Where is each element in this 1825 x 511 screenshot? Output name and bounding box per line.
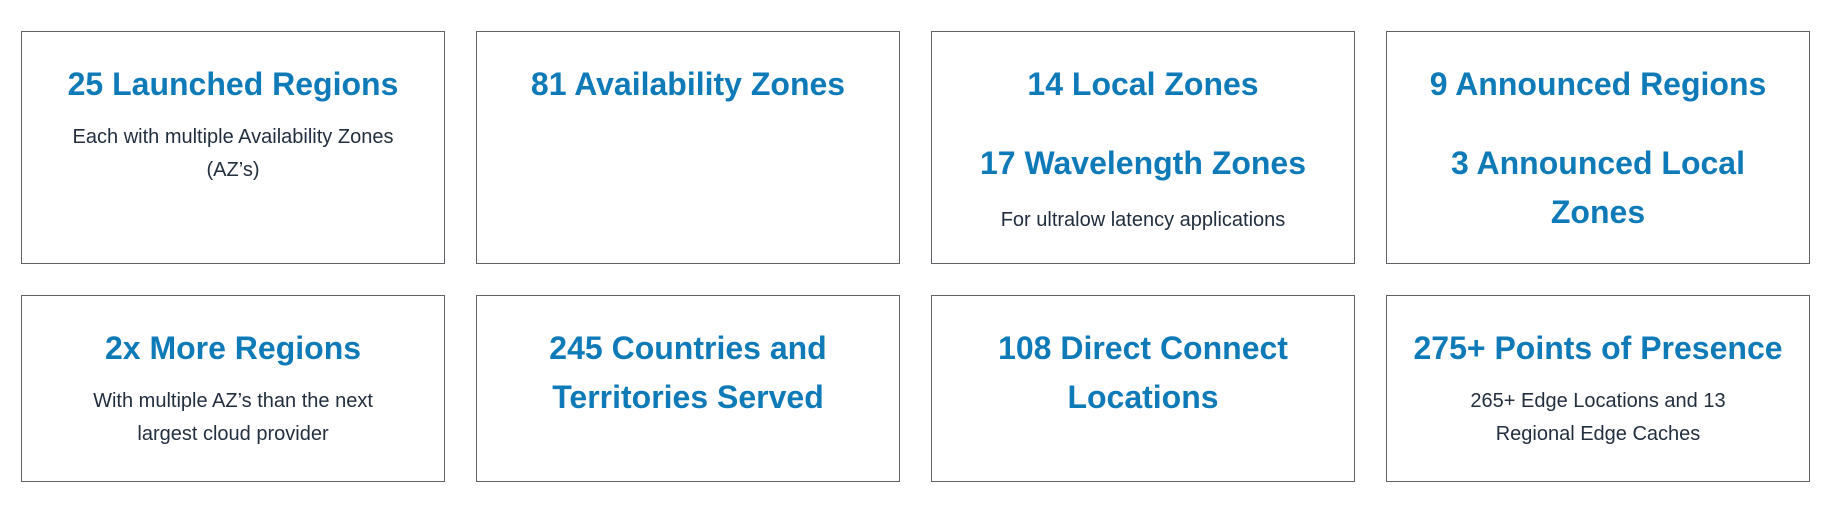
stat-card-availability-zones: 81 Availability Zones xyxy=(476,31,900,264)
stat-headline: 108 Direct Connect Locations xyxy=(998,330,1288,415)
stat-headline: 81 Availability Zones xyxy=(530,66,846,102)
stat-card-countries-served: 245 Countries and Territories Served xyxy=(476,295,900,482)
stat-description: For ultralow latency applications xyxy=(1000,209,1286,231)
stat-card-local-wavelength-zones: 14 Local Zones 17 Wavelength Zones For u… xyxy=(931,31,1355,264)
stat-card-more-regions: 2x More Regions With multiple AZ’s than … xyxy=(21,295,445,482)
stat-headline: 245 Countries and Territories Served xyxy=(549,330,827,415)
stat-card-points-of-presence: 275+ Points of Presence 265+ Edge Locati… xyxy=(1386,295,1810,482)
stat-headline: 275+ Points of Presence xyxy=(1413,330,1783,366)
stat-headline: 14 Local Zones xyxy=(1027,66,1259,102)
stat-headline-secondary: 17 Wavelength Zones xyxy=(980,145,1306,181)
stats-grid: 25 Launched Regions Each with multiple A… xyxy=(21,31,1810,482)
stat-headline: 2x More Regions xyxy=(104,330,362,366)
stat-headline: 9 Announced Regions xyxy=(1429,66,1767,102)
stat-description: 265+ Edge Locations and 13 Regional Edge… xyxy=(1470,390,1726,445)
stat-headline: 25 Launched Regions xyxy=(67,66,399,102)
stat-headline-secondary: 3 Announced Local Zones xyxy=(1451,145,1745,230)
stat-card-announced: 9 Announced Regions 3 Announced Local Zo… xyxy=(1386,31,1810,264)
stat-description: With multiple AZ’s than the next largest… xyxy=(93,390,373,445)
stat-description: Each with multiple Availability Zones (A… xyxy=(72,126,394,181)
stat-card-launched-regions: 25 Launched Regions Each with multiple A… xyxy=(21,31,445,264)
stat-card-direct-connect: 108 Direct Connect Locations xyxy=(931,295,1355,482)
